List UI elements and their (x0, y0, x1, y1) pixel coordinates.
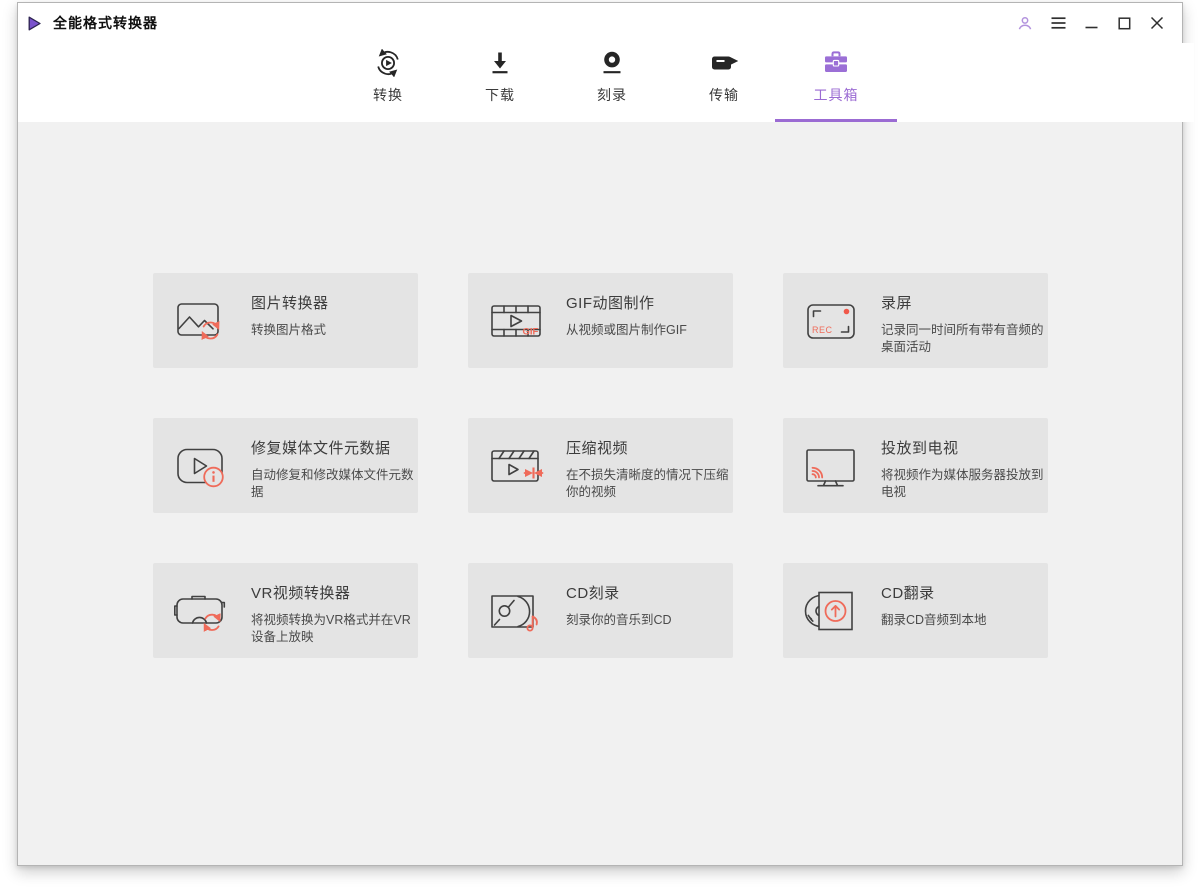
tab-convert[interactable]: 转换 (332, 43, 444, 122)
toolbox-content: 图片转换器 转换图片格式 GIF GIF动图制作 从视频或图片制作GIF REC… (18, 122, 1182, 865)
tool-desc: 转换图片格式 (251, 323, 327, 337)
app-window: 全能格式转换器 转换 下载 刻录 传输 工具箱 图片转换器 转换图片格式 GIF… (17, 2, 1194, 866)
app-title: 全能格式转换器 (53, 15, 158, 31)
tab-label: 下载 (485, 87, 515, 103)
toolbox-icon (821, 47, 851, 79)
tool-title: VR视频转换器 (251, 585, 351, 602)
svg-text:GIF: GIF (523, 326, 539, 337)
tab-burn[interactable]: 刻录 (556, 43, 668, 122)
tool-title: 图片转换器 (251, 295, 329, 312)
tab-label: 刻录 (597, 87, 627, 103)
app-identity: 全能格式转换器 (26, 13, 158, 33)
tool-title: 录屏 (881, 295, 913, 312)
screen-record-icon: REC (802, 273, 860, 368)
cd-burn-icon (487, 563, 545, 658)
tab-transfer[interactable]: 传输 (668, 43, 780, 122)
hamburger-icon (1050, 16, 1067, 30)
vr-converter-icon (172, 563, 230, 658)
fix-metadata-icon (172, 418, 230, 513)
tool-title: 修复媒体文件元数据 (251, 440, 391, 457)
tool-grid: 图片转换器 转换图片格式 GIF GIF动图制作 从视频或图片制作GIF REC… (153, 273, 1182, 658)
image-converter-icon (172, 273, 230, 368)
close-button[interactable] (1146, 12, 1168, 34)
user-icon (1017, 16, 1033, 31)
tool-desc: 自动修复和修改媒体文件元数据 (251, 468, 414, 499)
tool-title: CD刻录 (566, 585, 620, 602)
tool-card-gif-maker[interactable]: GIF GIF动图制作 从视频或图片制作GIF (468, 273, 733, 368)
cd-rip-icon (802, 563, 860, 658)
tab-label: 转换 (373, 87, 403, 103)
app-logo-icon (26, 15, 43, 32)
maximize-button[interactable] (1113, 12, 1135, 34)
tool-title: 投放到电视 (881, 440, 959, 457)
gif-maker-icon: GIF (487, 273, 545, 368)
tool-desc: 记录同一时间所有带有音频的桌面活动 (881, 323, 1044, 354)
tab-label: 工具箱 (813, 87, 859, 103)
tool-title: GIF动图制作 (566, 295, 655, 312)
cast-tv-icon (802, 418, 860, 513)
burn-icon (597, 47, 627, 79)
tab-toolbox[interactable]: 工具箱 (775, 43, 897, 122)
svg-text:REC: REC (812, 325, 833, 335)
tool-card-cd-burn[interactable]: CD刻录 刻录你的音乐到CD (468, 563, 733, 658)
convert-icon (373, 47, 403, 79)
tool-card-compress-video[interactable]: 压缩视频 在不损失清晰度的情况下压缩你的视频 (468, 418, 733, 513)
tool-card-fix-metadata[interactable]: 修复媒体文件元数据 自动修复和修改媒体文件元数据 (153, 418, 418, 513)
tool-card-cast-to-tv[interactable]: 投放到电视 将视频作为媒体服务器投放到电视 (783, 418, 1048, 513)
tool-card-image-converter[interactable]: 图片转换器 转换图片格式 (153, 273, 418, 368)
tab-download[interactable]: 下载 (444, 43, 556, 122)
active-tab-underline (775, 119, 897, 122)
tool-desc: 从视频或图片制作GIF (566, 323, 687, 337)
tool-desc: 将视频转换为VR格式并在VR设备上放映 (251, 613, 411, 644)
minimize-icon (1085, 17, 1098, 30)
main-nav: 转换 下载 刻录 传输 工具箱 (30, 43, 1194, 122)
tool-title: CD翻录 (881, 585, 935, 602)
tool-desc: 在不损失清晰度的情况下压缩你的视频 (566, 468, 729, 499)
tool-desc: 刻录你的音乐到CD (566, 613, 672, 627)
tool-desc: 将视频作为媒体服务器投放到电视 (881, 468, 1044, 499)
account-button[interactable] (1014, 12, 1036, 34)
download-icon (485, 47, 515, 79)
close-icon (1150, 16, 1164, 30)
tool-card-vr-converter[interactable]: VR视频转换器 将视频转换为VR格式并在VR设备上放映 (153, 563, 418, 658)
tab-label: 传输 (709, 87, 739, 103)
titlebar: 全能格式转换器 (18, 3, 1182, 43)
compress-video-icon (487, 418, 545, 513)
menu-button[interactable] (1047, 12, 1069, 34)
tool-card-screen-record[interactable]: REC 录屏 记录同一时间所有带有音频的桌面活动 (783, 273, 1048, 368)
tool-card-cd-rip[interactable]: CD翻录 翻录CD音频到本地 (783, 563, 1048, 658)
transfer-icon (709, 47, 739, 79)
tool-desc: 翻录CD音频到本地 (881, 613, 987, 627)
tool-title: 压缩视频 (566, 440, 629, 457)
window-controls (1014, 12, 1168, 34)
maximize-icon (1117, 16, 1131, 30)
minimize-button[interactable] (1080, 12, 1102, 34)
